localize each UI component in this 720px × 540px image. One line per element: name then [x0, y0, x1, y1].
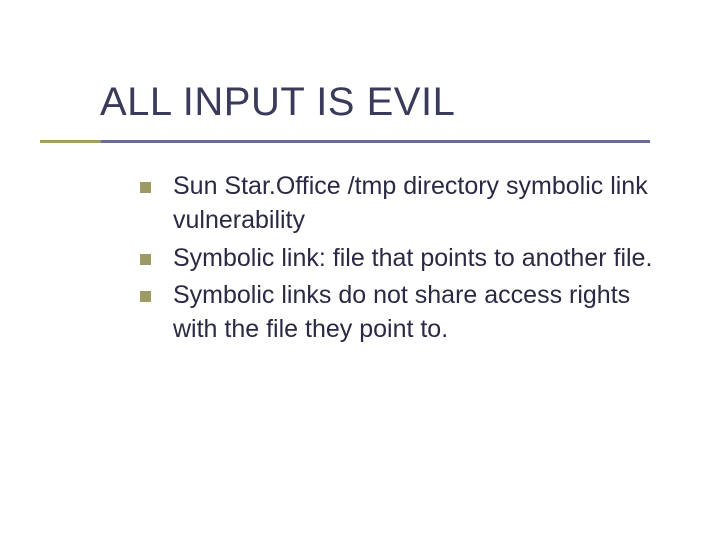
list-item: Symbolic link: file that points to anoth…: [140, 242, 660, 276]
slide-title: ALL INPUT IS EVIL: [100, 80, 455, 125]
bullet-list: Sun Star.Office /tmp directory symbolic …: [140, 170, 660, 351]
square-bullet-icon: [140, 291, 151, 302]
title-underline: [40, 140, 650, 143]
list-item: Sun Star.Office /tmp directory symbolic …: [140, 170, 660, 238]
slide: ALL INPUT IS EVIL Sun Star.Office /tmp d…: [0, 0, 720, 540]
square-bullet-icon: [140, 182, 151, 193]
bullet-text: Sun Star.Office /tmp directory symbolic …: [173, 170, 660, 238]
bullet-text: Symbolic link: file that points to anoth…: [173, 242, 652, 276]
list-item: Symbolic links do not share access right…: [140, 279, 660, 347]
bullet-text: Symbolic links do not share access right…: [173, 279, 660, 347]
square-bullet-icon: [140, 254, 151, 265]
